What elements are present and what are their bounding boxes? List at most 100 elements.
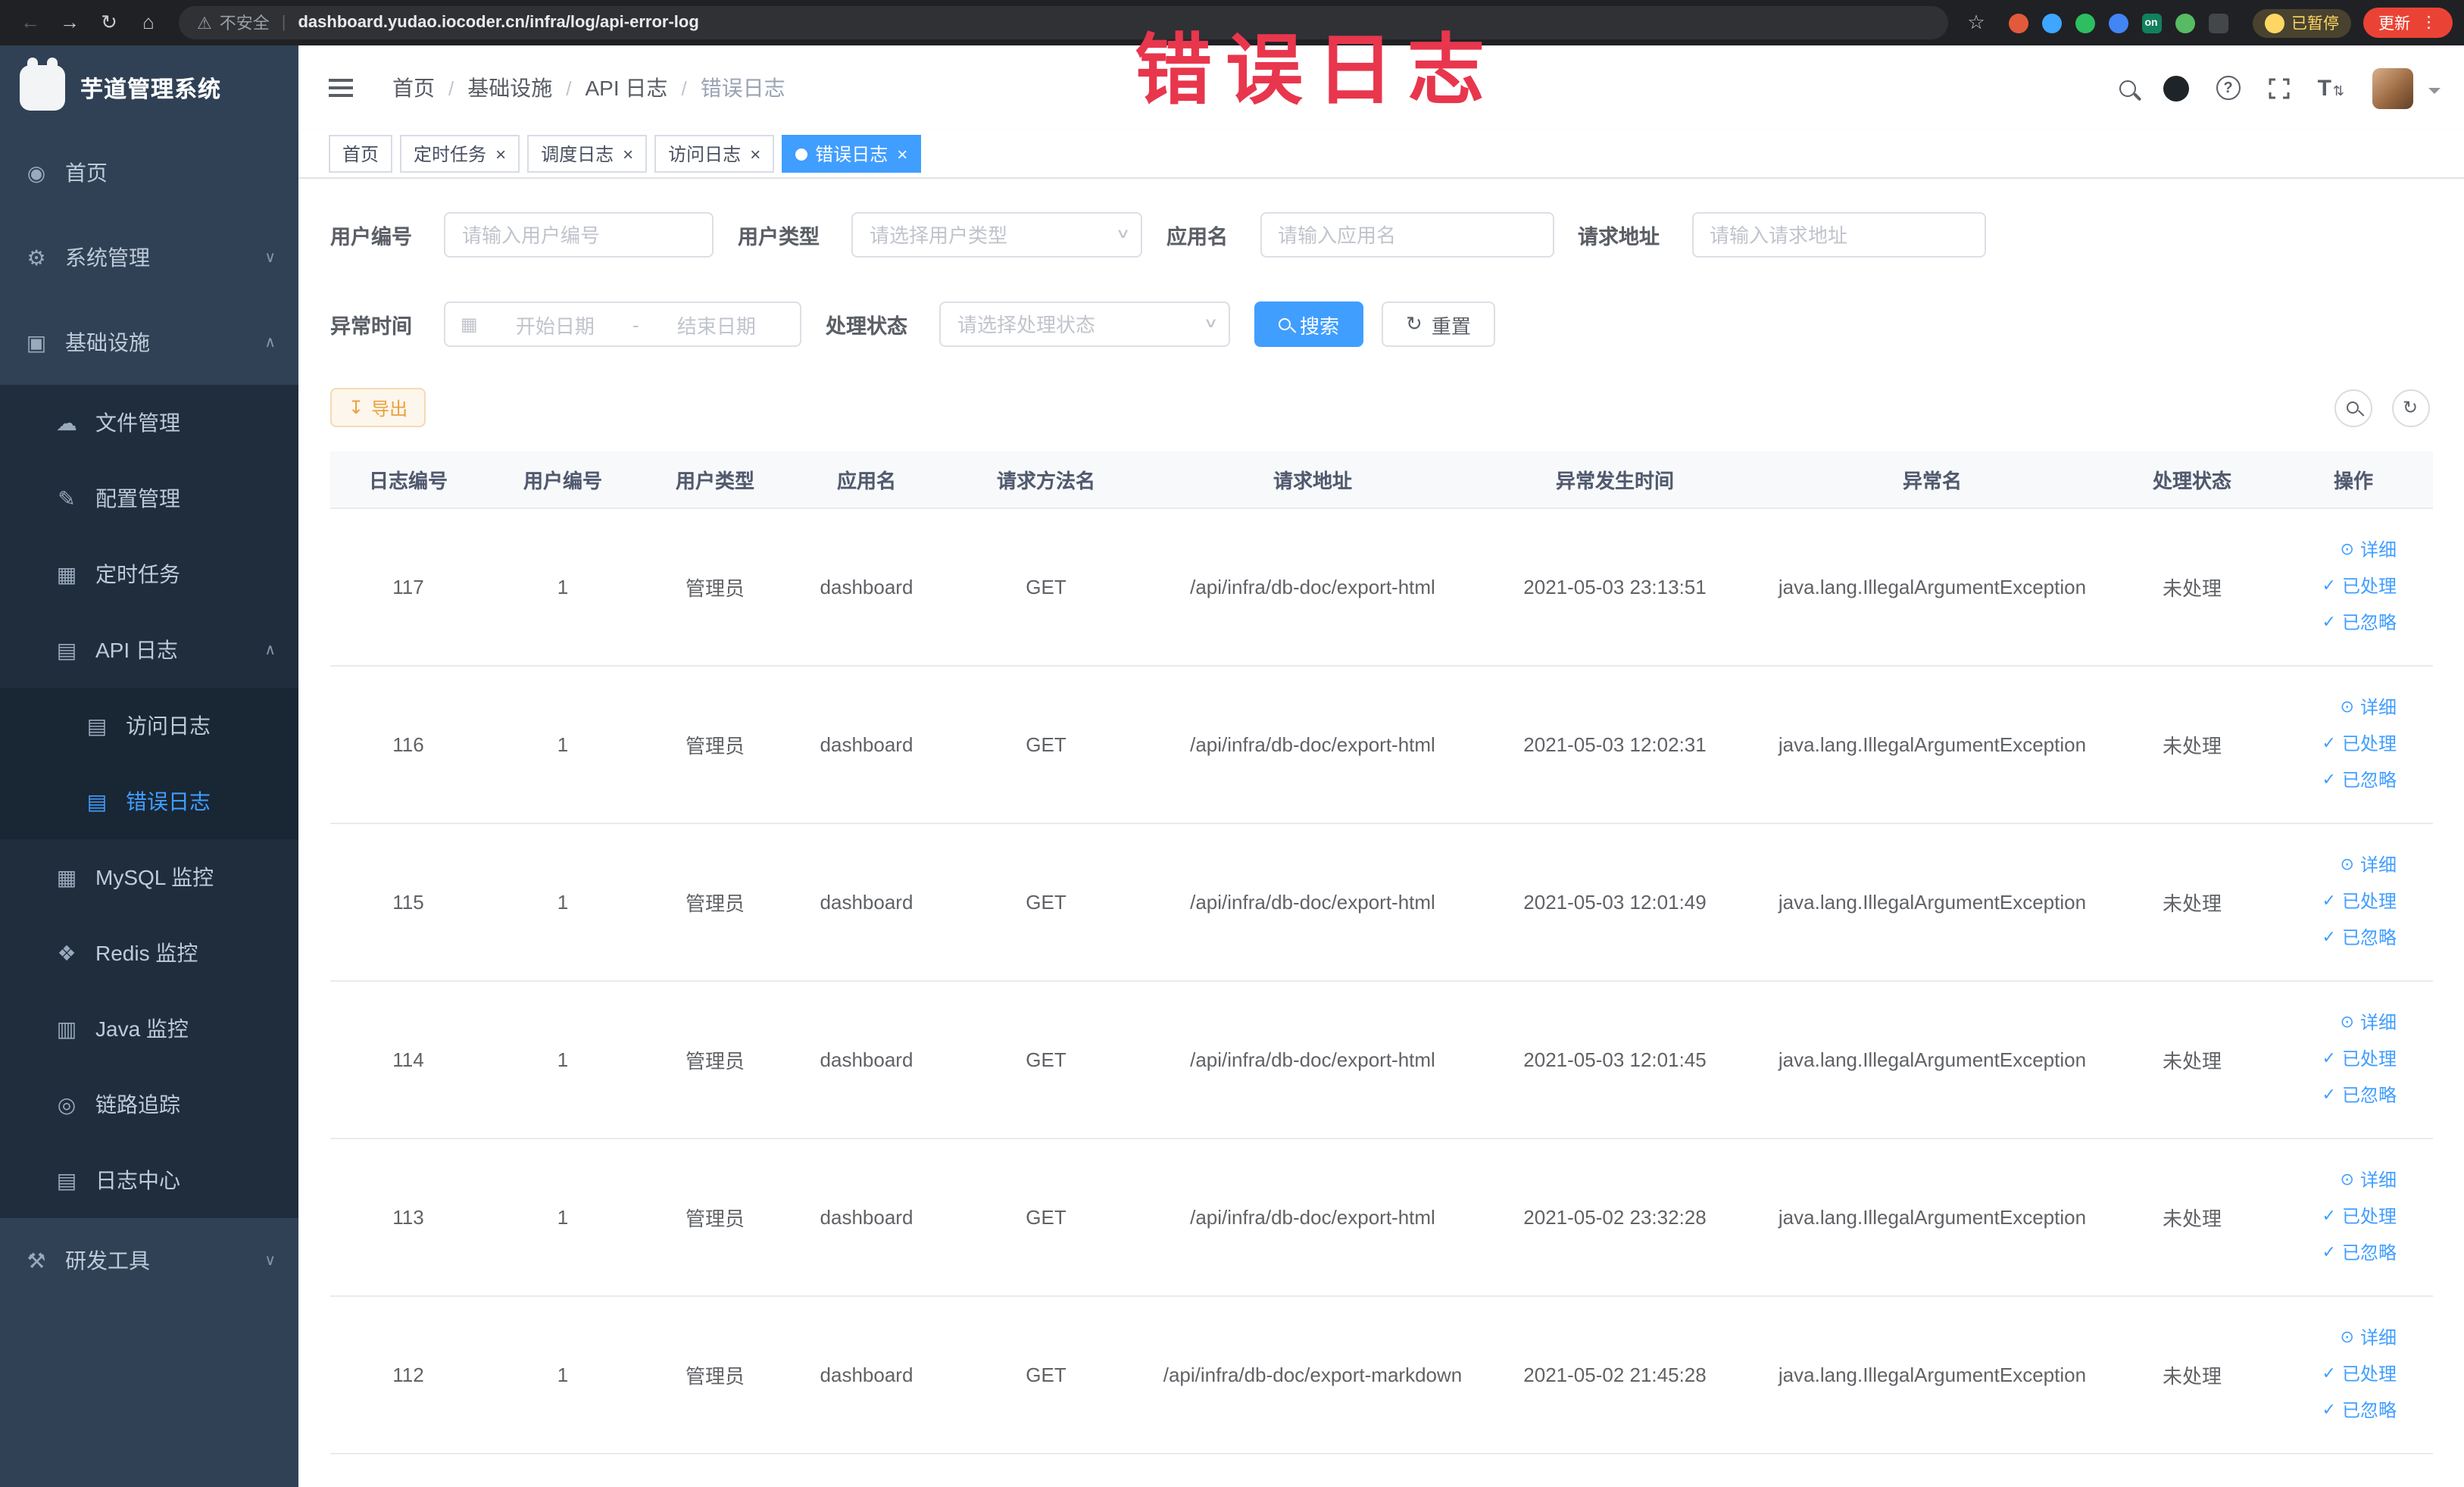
- ignored-link[interactable]: ✓ 已忽略: [2322, 1236, 2397, 1270]
- sidebar-menu: ◉ 首页 ⚙ 系统管理 ∨ ▣ 基础设施 ∧ ☁ 文件管理 ✎ 配置管理 ▦ 定时任务 ▤ API 日志 ∧ ▤ 访…: [0, 130, 298, 1303]
- detail-link[interactable]: ⊙ 详细: [2341, 1164, 2397, 1197]
- detail-link[interactable]: ⊙ 详细: [2341, 691, 2397, 724]
- tab-schedule-log[interactable]: 调度日志 ×: [527, 135, 648, 173]
- sidebar-item-mysql-monitor[interactable]: ▦ MySQL 监控: [0, 839, 298, 915]
- process-status-select-input[interactable]: [939, 301, 1230, 347]
- tab-close-icon[interactable]: ×: [897, 143, 907, 164]
- breadcrumb-item[interactable]: 首页: [392, 73, 435, 103]
- tab-scheduled-jobs[interactable]: 定时任务 ×: [400, 135, 520, 173]
- detail-link[interactable]: ⊙ 详细: [2341, 1006, 2397, 1039]
- paused-badge[interactable]: 已暂停: [2252, 8, 2351, 37]
- sidebar-item-log-center[interactable]: ▤ 日志中心: [0, 1142, 298, 1218]
- gear-icon: ⚙: [27, 245, 46, 269]
- sidebar-item-scheduled-jobs[interactable]: ▦ 定时任务: [0, 536, 298, 612]
- process-status-select[interactable]: ∨: [939, 301, 1230, 347]
- sidebar-item-error-log[interactable]: ▤ 错误日志: [0, 764, 298, 839]
- sidebar-item-infrastructure[interactable]: ▣ 基础设施 ∧: [0, 300, 298, 385]
- extension-icon[interactable]: on: [2141, 13, 2161, 33]
- tab-access-log[interactable]: 访问日志 ×: [654, 135, 775, 173]
- processed-link[interactable]: ✓ 已处理: [2322, 1042, 2397, 1076]
- detail-link[interactable]: ⊙ 详细: [2341, 533, 2397, 567]
- ignored-link[interactable]: ✓ 已忽略: [2322, 764, 2397, 797]
- user-type-select-input[interactable]: [851, 212, 1142, 258]
- reset-button[interactable]: ↻ 重置: [1382, 301, 1495, 347]
- tab-close-icon[interactable]: ×: [495, 143, 506, 164]
- extension-icon[interactable]: [2075, 13, 2094, 33]
- update-button[interactable]: 更新 ⋮: [2363, 8, 2452, 38]
- processed-link[interactable]: ✓ 已处理: [2322, 570, 2397, 603]
- sidebar-item-java-monitor[interactable]: ▥ Java 监控: [0, 991, 298, 1067]
- toggle-search-button[interactable]: [2334, 389, 2372, 426]
- browser-menu-kebab-icon[interactable]: ⋮: [2421, 14, 2437, 32]
- search-button-label: 搜索: [1300, 314, 1340, 337]
- header: 首页 / 基础设施 / API 日志 / 错误日志 ? T ⇅: [298, 45, 2464, 130]
- ignored-link[interactable]: ✓ 已忽略: [2322, 1394, 2397, 1427]
- sidebar-item-home[interactable]: ◉ 首页: [0, 130, 298, 215]
- processed-link[interactable]: ✓ 已处理: [2322, 727, 2397, 761]
- tab-home[interactable]: 首页: [329, 135, 393, 173]
- cell-url: /api/infra/db-doc/export-markdown: [1150, 1295, 1476, 1454]
- sidebar-item-config-management[interactable]: ✎ 配置管理: [0, 461, 298, 536]
- detail-link[interactable]: ⊙ 详细: [2341, 848, 2397, 882]
- user-avatar[interactable]: [2372, 67, 2412, 108]
- bookmark-star-icon[interactable]: ☆: [1960, 11, 1993, 35]
- font-size-icon[interactable]: T ⇅: [2318, 75, 2344, 101]
- sidebar-item-trace[interactable]: ◎ 链路追踪: [0, 1067, 298, 1142]
- sidebar-item-redis-monitor[interactable]: ❖ Redis 监控: [0, 915, 298, 991]
- request-url-input[interactable]: [1691, 212, 1985, 258]
- search-button[interactable]: 搜索: [1254, 301, 1364, 347]
- column-header: 异常名: [1754, 451, 2110, 508]
- column-header: 用户编号: [486, 451, 639, 508]
- breadcrumb-item[interactable]: 基础设施: [467, 73, 552, 103]
- sidebar-item-label: 链路追踪: [95, 1092, 180, 1117]
- emoji-face-icon: [2264, 13, 2284, 33]
- help-icon[interactable]: ?: [2216, 76, 2241, 100]
- cell-app: dashboard: [791, 1295, 942, 1454]
- processed-link[interactable]: ✓ 已处理: [2322, 1357, 2397, 1391]
- browser-forward-icon[interactable]: →: [52, 5, 88, 41]
- avatar-dropdown-icon[interactable]: [2428, 87, 2440, 99]
- ignored-link[interactable]: ✓ 已忽略: [2322, 606, 2397, 639]
- extension-icon[interactable]: [2208, 13, 2228, 33]
- processed-link[interactable]: ✓ 已处理: [2322, 885, 2397, 918]
- address-bar[interactable]: ⚠ 不安全 | dashboard.yudao.iocoder.cn/infra…: [179, 6, 1947, 39]
- refresh-table-button[interactable]: ↻: [2391, 389, 2429, 426]
- browser-home-icon[interactable]: ⌂: [130, 5, 167, 41]
- app-name-input[interactable]: [1260, 212, 1554, 258]
- sidebar-item-api-log[interactable]: ▤ API 日志 ∧: [0, 612, 298, 688]
- cell-exception: java.lang.IllegalArgumentException: [1754, 980, 2110, 1139]
- extension-icon[interactable]: [2175, 13, 2194, 33]
- cell-user_type: 管理员: [639, 665, 791, 823]
- browser-back-icon[interactable]: ←: [12, 5, 48, 41]
- sidebar-item-system-management[interactable]: ⚙ 系统管理 ∨: [0, 215, 298, 300]
- breadcrumb-item[interactable]: API 日志: [586, 73, 668, 103]
- sidebar-item-dev-tools[interactable]: ⚒ 研发工具 ∨: [0, 1218, 298, 1303]
- export-button[interactable]: ↧ 导出: [330, 388, 426, 427]
- ignored-link[interactable]: ✓ 已忽略: [2322, 1079, 2397, 1112]
- column-header: 用户类型: [639, 451, 791, 508]
- processed-link[interactable]: ✓ 已处理: [2322, 1200, 2397, 1233]
- extension-icon[interactable]: [2108, 13, 2128, 33]
- request-url-label: 请求地址: [1578, 226, 1660, 248]
- extension-icon[interactable]: [2008, 13, 2028, 33]
- breadcrumb-separator: /: [681, 77, 687, 99]
- tab-error-log[interactable]: 错误日志 ×: [782, 135, 922, 173]
- date-range-picker[interactable]: ▦ 开始日期 - 结束日期: [444, 301, 801, 347]
- table-row: 113 1 管理员 dashboard GET/api/infra/db-doc/exp…: [330, 1138, 2433, 1296]
- browser-reload-icon[interactable]: ↻: [91, 5, 127, 41]
- user-type-label: 用户类型: [738, 226, 820, 248]
- search-icon[interactable]: [2119, 80, 2136, 96]
- user-id-input[interactable]: [444, 212, 714, 258]
- ignored-link[interactable]: ✓ 已忽略: [2322, 921, 2397, 954]
- user-type-select[interactable]: ∨: [851, 212, 1142, 258]
- extension-icon[interactable]: [2041, 13, 2061, 33]
- cell-method: GET: [942, 508, 1150, 666]
- sidebar-toggle-icon[interactable]: [329, 86, 353, 89]
- github-icon[interactable]: [2163, 75, 2189, 101]
- sidebar-item-access-log[interactable]: ▤ 访问日志: [0, 688, 298, 764]
- detail-link[interactable]: ⊙ 详细: [2341, 1321, 2397, 1354]
- tab-close-icon[interactable]: ×: [623, 143, 633, 164]
- sidebar-item-file-management[interactable]: ☁ 文件管理: [0, 385, 298, 461]
- tab-close-icon[interactable]: ×: [750, 143, 760, 164]
- fullscreen-icon[interactable]: [2268, 77, 2291, 99]
